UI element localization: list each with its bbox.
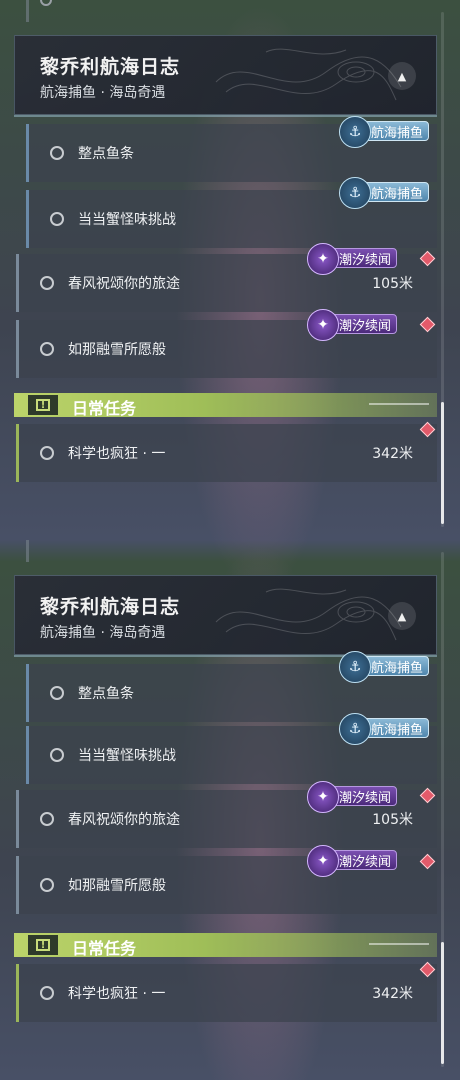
quest-checkbox[interactable]: [40, 446, 54, 460]
tag-label: 潮汐续闻: [339, 318, 392, 334]
tag-label: 航海捕鱼: [371, 186, 424, 202]
fishing-tag: ⚓ 航海捕鱼: [339, 116, 430, 148]
quest-connector-line: [26, 540, 29, 562]
star-icon: ✦: [307, 845, 339, 877]
collapse-button[interactable]: ▲: [388, 602, 416, 630]
quest-accent-bar: [26, 190, 29, 248]
tag-label: 航海捕鱼: [371, 722, 424, 738]
quest-label: 整点鱼条: [78, 686, 134, 702]
quest-checkbox[interactable]: [40, 878, 54, 892]
anchor-icon: ⚓: [339, 713, 371, 745]
anchor-icon: ⚓: [339, 651, 371, 683]
quest-label: 当当蟹怪味挑战: [78, 748, 176, 764]
quest-checkbox[interactable]: [40, 986, 54, 1000]
quest-connector-line: [26, 0, 29, 22]
quest-group-subtitle: 航海捕鱼 · 海岛奇遇: [40, 625, 166, 641]
quest-accent-bar: [16, 790, 19, 848]
scrollbar-thumb[interactable]: [441, 402, 444, 524]
quest-group-header[interactable]: 黎乔利航海日志 航海捕鱼 · 海岛奇遇 ▲: [14, 575, 437, 655]
quest-checkbox[interactable]: [40, 276, 54, 290]
tide-tag: ✦ 潮汐续闻: [307, 309, 398, 341]
daily-quest-title: 日常任务: [72, 939, 137, 958]
decorative-line: [369, 403, 429, 405]
tag-label: 潮汐续闻: [339, 252, 392, 268]
decorative-line: [369, 943, 429, 945]
quest-accent-bar: [26, 124, 29, 182]
daily-quest-title: 日常任务: [72, 399, 137, 418]
quest-accent-bar: [16, 320, 19, 378]
tag-label: 潮汐续闻: [339, 790, 392, 806]
collapse-button[interactable]: ▲: [388, 62, 416, 90]
quest-checkbox[interactable]: [50, 212, 64, 226]
star-icon: ✦: [307, 781, 339, 813]
star-icon: ✦: [307, 309, 339, 341]
tide-tag: ✦ 潮汐续闻: [307, 781, 398, 813]
quest-label: 如那融雪所愿般: [68, 878, 166, 894]
fishing-tag: ⚓ 航海捕鱼: [339, 713, 430, 745]
tag-label: 潮汐续闻: [339, 854, 392, 870]
exclamation-icon: !: [28, 395, 58, 415]
quest-label: 如那融雪所愿般: [68, 342, 166, 358]
exclamation-icon: !: [28, 935, 58, 955]
quest-distance: 342米: [372, 986, 413, 1002]
tag-label: 航海捕鱼: [371, 125, 424, 141]
quest-label: 当当蟹怪味挑战: [78, 212, 176, 228]
quest-checkbox[interactable]: [50, 748, 64, 762]
tide-tag: ✦ 潮汐续闻: [307, 845, 398, 877]
quest-group-subtitle: 航海捕鱼 · 海岛奇遇: [40, 85, 166, 101]
quest-label: 春风祝颂你的旅途: [68, 276, 180, 292]
quest-item[interactable]: 科学也疯狂 · 一 342米: [16, 964, 437, 1022]
quest-distance: 105米: [372, 812, 413, 828]
topographic-pattern: [215, 48, 402, 101]
daily-quest-header[interactable]: ! 日常任务: [14, 933, 437, 958]
anchor-icon: ⚓: [339, 177, 371, 209]
quest-accent-bar: [16, 424, 19, 482]
quest-panel: 黎乔利航海日志 航海捕鱼 · 海岛奇遇 ▲ 整点鱼条 ⚓ 航海捕鱼 当当蟹怪味挑…: [0, 0, 460, 540]
quest-checkbox[interactable]: [40, 342, 54, 356]
chevron-up-icon: ▲: [397, 609, 407, 623]
scrollbar-thumb[interactable]: [441, 942, 444, 1064]
quest-label: 春风祝颂你的旅途: [68, 812, 180, 828]
quest-checkbox[interactable]: [50, 686, 64, 700]
quest-label: 科学也疯狂 · 一: [68, 446, 166, 462]
quest-group-title: 黎乔利航海日志: [40, 596, 181, 618]
tide-tag: ✦ 潮汐续闻: [307, 243, 398, 275]
tag-label: 航海捕鱼: [371, 660, 424, 676]
quest-group-header[interactable]: 黎乔利航海日志 航海捕鱼 · 海岛奇遇 ▲: [14, 35, 437, 115]
fishing-tag: ⚓ 航海捕鱼: [339, 651, 430, 683]
anchor-icon: ⚓: [339, 116, 371, 148]
fishing-tag: ⚓ 航海捕鱼: [339, 177, 430, 209]
quest-accent-bar: [26, 664, 29, 722]
daily-quest-header[interactable]: ! 日常任务: [14, 393, 437, 418]
quest-accent-bar: [16, 254, 19, 312]
quest-group-title: 黎乔利航海日志: [40, 56, 181, 78]
chevron-up-icon: ▲: [397, 69, 407, 83]
quest-accent-bar: [16, 964, 19, 1022]
quest-label: 科学也疯狂 · 一: [68, 986, 166, 1002]
quest-checkbox-partial: [40, 0, 52, 6]
quest-panel: 黎乔利航海日志 航海捕鱼 · 海岛奇遇 ▲ 整点鱼条 ⚓ 航海捕鱼 当当蟹怪味挑…: [0, 540, 460, 1080]
topographic-pattern: [215, 588, 402, 641]
quest-distance: 105米: [372, 276, 413, 292]
quest-checkbox[interactable]: [40, 812, 54, 826]
quest-checkbox[interactable]: [50, 146, 64, 160]
quest-distance: 342米: [372, 446, 413, 462]
star-icon: ✦: [307, 243, 339, 275]
quest-accent-bar: [16, 856, 19, 914]
quest-accent-bar: [26, 726, 29, 784]
quest-label: 整点鱼条: [78, 146, 134, 162]
quest-item[interactable]: 科学也疯狂 · 一 342米: [16, 424, 437, 482]
